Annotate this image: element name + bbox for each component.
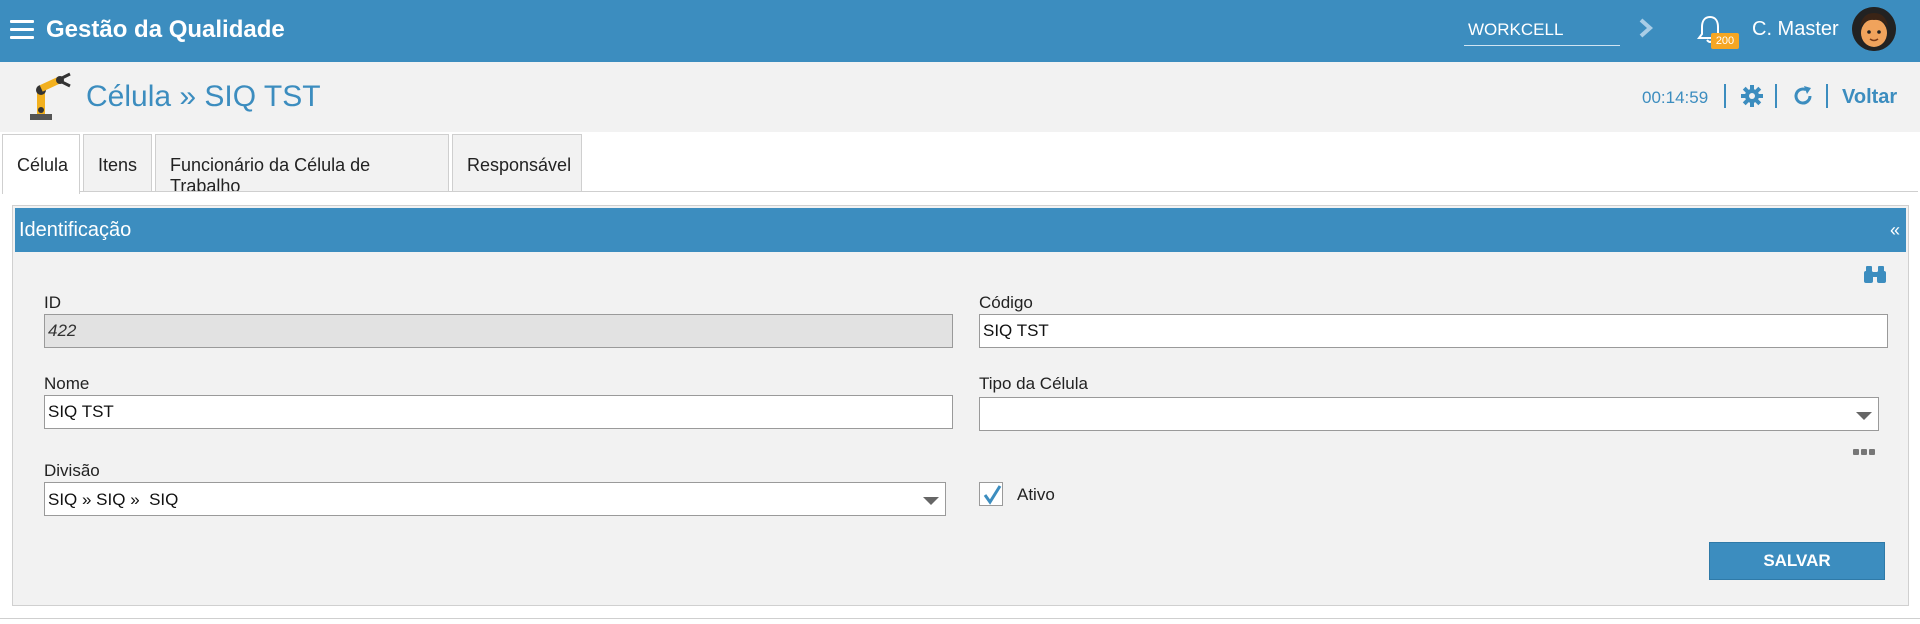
nome-field[interactable] xyxy=(44,395,953,429)
avatar[interactable] xyxy=(1852,7,1896,51)
separator xyxy=(1826,84,1828,108)
codigo-field[interactable] xyxy=(979,314,1888,348)
workcell-input[interactable] xyxy=(1464,14,1620,46)
page-title: Célula » SIQ TST xyxy=(86,80,321,113)
avatar-face-icon xyxy=(1852,7,1896,51)
notification-badge: 200 xyxy=(1711,33,1739,49)
divisao-select[interactable]: SIQ » SIQ » SIQ xyxy=(44,482,946,516)
tab-celula[interactable]: Célula xyxy=(2,134,80,194)
chevron-right-icon[interactable] xyxy=(1636,14,1656,42)
divider xyxy=(0,618,1920,619)
hamburger-menu-icon[interactable] xyxy=(10,20,34,40)
check-icon xyxy=(983,485,1002,505)
tipo-celula-select[interactable] xyxy=(979,397,1879,431)
panel-header[interactable]: Identificação « xyxy=(15,208,1906,252)
tab-responsavel[interactable]: Responsável xyxy=(452,134,582,192)
app-title: Gestão da Qualidade xyxy=(46,16,285,43)
refresh-icon[interactable] xyxy=(1791,84,1815,108)
collapse-icon[interactable]: « xyxy=(1890,220,1900,241)
ativo-label: Ativo xyxy=(1017,485,1055,504)
back-link[interactable]: Voltar xyxy=(1842,86,1897,109)
nome-label: Nome xyxy=(44,374,90,393)
divisao-label: Divisão xyxy=(44,461,100,480)
tab-bar: Célula Itens Funcionário da Célula de Tr… xyxy=(0,132,1920,196)
tab-itens[interactable]: Itens xyxy=(83,134,152,192)
user-name[interactable]: C. Master xyxy=(1752,18,1839,41)
more-options-icon[interactable] xyxy=(1853,442,1879,455)
id-field xyxy=(44,314,953,348)
separator xyxy=(1724,84,1726,108)
save-button[interactable]: SALVAR xyxy=(1709,542,1885,580)
session-timer: 00:14:59 xyxy=(1642,88,1709,107)
tab-funcionario[interactable]: Funcionário da Célula de Trabalho xyxy=(155,134,449,196)
divisao-value: SIQ » SIQ » SIQ xyxy=(48,490,179,509)
panel-title: Identificação xyxy=(19,219,132,241)
page-header: Célula » SIQ TST 00:14:59 Voltar xyxy=(0,62,1920,132)
robot-arm-icon xyxy=(30,72,71,120)
codigo-label: Código xyxy=(979,293,1033,312)
caret-down-icon xyxy=(923,497,939,505)
separator xyxy=(1775,84,1777,108)
caret-down-icon xyxy=(1856,412,1872,420)
top-bar: Gestão da Qualidade 200 C. Master xyxy=(0,0,1920,62)
ativo-checkbox[interactable] xyxy=(979,482,1003,506)
binoculars-icon[interactable] xyxy=(1863,264,1887,284)
divider xyxy=(80,191,1918,192)
gear-icon[interactable] xyxy=(1740,84,1764,108)
tipo-celula-label: Tipo da Célula xyxy=(979,374,1088,393)
identification-panel: Identificação « ID Código Nome Tipo da C… xyxy=(12,205,1909,606)
id-label: ID xyxy=(44,293,61,312)
